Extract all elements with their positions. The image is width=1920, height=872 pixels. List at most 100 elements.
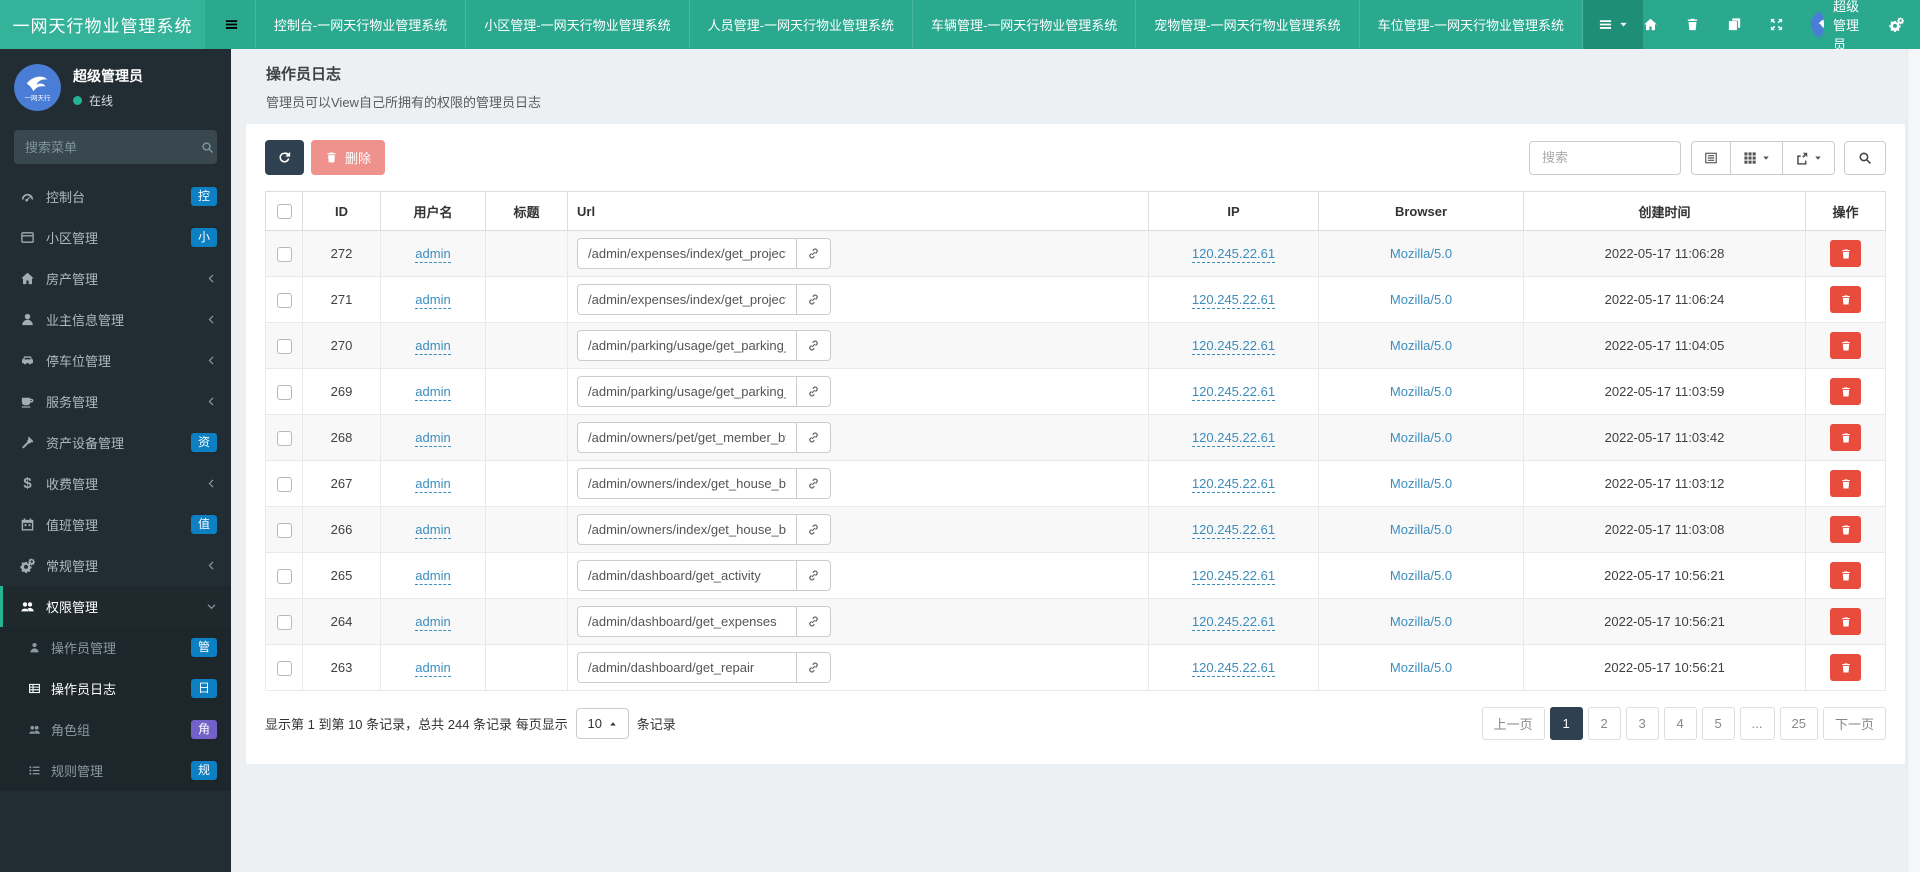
username-link[interactable]: admin [415,338,451,355]
row-checkbox[interactable] [276,292,292,308]
row-checkbox[interactable] [276,338,292,354]
username-link[interactable]: admin [415,292,451,309]
username-link[interactable]: admin [415,246,451,263]
ip-link[interactable]: 120.245.22.61 [1191,384,1276,401]
row-delete-button[interactable] [1830,562,1861,589]
row-delete-button[interactable] [1830,608,1861,635]
topbar-tab-2[interactable]: 人员管理-一网天行物业管理系统 [690,0,913,49]
row-checkbox[interactable] [276,246,292,262]
sidebar-subitem-0[interactable]: 操作员管理 管 [0,627,231,668]
topbar-tab-5[interactable]: 车位管理-一网天行物业管理系统 [1360,0,1583,49]
browser-link[interactable]: Mozilla/5.0 [1390,568,1452,583]
url-input[interactable] [577,422,796,453]
sidebar-item-5[interactable]: 服务管理 [0,381,231,422]
topbar-tab-1[interactable]: 小区管理-一网天行物业管理系统 [466,0,690,49]
url-input[interactable] [577,284,796,315]
sidebar-avatar[interactable]: 一网天行 [14,64,61,111]
column-header-5[interactable]: Browser [1318,191,1524,231]
page-ellipsis[interactable]: ... [1739,707,1775,740]
url-input[interactable] [577,514,796,545]
open-url-button[interactable] [796,606,831,637]
page-button-5[interactable]: 5 [1701,707,1735,740]
ip-link[interactable]: 120.245.22.61 [1191,476,1276,493]
column-header-6[interactable]: 创建时间 [1523,191,1806,231]
ip-link[interactable]: 120.245.22.61 [1191,522,1276,539]
toggle-view-button[interactable] [1691,140,1731,175]
page-button-2[interactable]: 2 [1587,707,1621,740]
browser-link[interactable]: Mozilla/5.0 [1390,292,1452,307]
row-delete-button[interactable] [1830,240,1861,267]
columns-button[interactable] [1731,140,1783,175]
row-checkbox[interactable] [276,568,292,584]
row-checkbox[interactable] [276,522,292,538]
sidebar-toggle-icon[interactable] [205,0,255,49]
topbar-tab-0[interactable]: 控制台-一网天行物业管理系统 [254,0,467,49]
sidebar-item-4[interactable]: 停车位管理 [0,340,231,381]
row-delete-button[interactable] [1830,286,1861,313]
ip-link[interactable]: 120.245.22.61 [1191,568,1276,585]
column-header-7[interactable]: 操作 [1805,191,1886,231]
sidebar-item-1[interactable]: 小区管理 小 [0,217,231,258]
sidebar-item-10[interactable]: 权限管理 [0,586,231,627]
scrollbar-rail[interactable] [1907,49,1920,872]
topbar-tab-3[interactable]: 车辆管理-一网天行物业管理系统 [913,0,1137,49]
username-link[interactable]: admin [415,430,451,447]
ip-link[interactable]: 120.245.22.61 [1191,430,1276,447]
open-url-button[interactable] [796,422,831,453]
ip-link[interactable]: 120.245.22.61 [1191,246,1276,263]
url-input[interactable] [577,606,796,637]
avatar[interactable] [1810,10,1824,39]
url-input[interactable] [577,468,796,499]
fullscreen-icon[interactable] [1769,17,1784,32]
sidebar-item-8[interactable]: 值班管理 值 [0,504,231,545]
app-logo[interactable]: 一网天行物业管理系统 [0,0,205,49]
open-url-button[interactable] [796,238,831,269]
delete-button[interactable]: 删除 [311,140,386,175]
url-input[interactable] [577,330,796,361]
sidebar-item-6[interactable]: 资产设备管理 资 [0,422,231,463]
open-url-button[interactable] [796,560,831,591]
ip-link[interactable]: 120.245.22.61 [1191,614,1276,631]
row-delete-button[interactable] [1830,332,1861,359]
search-toggle-button[interactable] [1844,140,1886,175]
browser-link[interactable]: Mozilla/5.0 [1390,430,1452,445]
sidebar-subitem-2[interactable]: 角色组 角 [0,709,231,750]
column-header-2[interactable]: 标题 [485,191,568,231]
topbar-tab-4[interactable]: 宠物管理-一网天行物业管理系统 [1136,0,1360,49]
navbar-username[interactable]: 超级管理员 [1833,0,1862,53]
browser-link[interactable]: Mozilla/5.0 [1390,522,1452,537]
page-button-4[interactable]: 4 [1663,707,1697,740]
column-header-0[interactable]: ID [302,191,381,231]
sidebar-item-0[interactable]: 控制台 控 [0,176,231,217]
clear-cache-icon[interactable] [1685,17,1700,32]
page-button-25[interactable]: 25 [1779,707,1818,740]
ip-link[interactable]: 120.245.22.61 [1191,660,1276,677]
settings-cogs-icon[interactable] [1889,17,1904,32]
page-size-select[interactable]: 10 [575,708,629,739]
column-header-4[interactable]: IP [1148,191,1319,231]
ip-link[interactable]: 120.245.22.61 [1191,338,1276,355]
username-link[interactable]: admin [415,384,451,401]
sidebar-subitem-3[interactable]: 规则管理 规 [0,750,231,791]
table-search-input[interactable] [1529,140,1681,175]
url-input[interactable] [577,238,796,269]
row-checkbox[interactable] [276,430,292,446]
ip-link[interactable]: 120.245.22.61 [1191,292,1276,309]
sidebar-item-3[interactable]: 业主信息管理 [0,299,231,340]
row-checkbox[interactable] [276,614,292,630]
row-delete-button[interactable] [1830,470,1861,497]
row-checkbox[interactable] [276,476,292,492]
browser-link[interactable]: Mozilla/5.0 [1390,384,1452,399]
open-url-button[interactable] [796,330,831,361]
page-button-3[interactable]: 3 [1625,707,1659,740]
sidebar-item-7[interactable]: $ 收费管理 [0,463,231,504]
username-link[interactable]: admin [415,476,451,493]
row-delete-button[interactable] [1830,654,1861,681]
column-header-1[interactable]: 用户名 [380,191,486,231]
browser-link[interactable]: Mozilla/5.0 [1390,338,1452,353]
row-delete-button[interactable] [1830,516,1861,543]
open-url-button[interactable] [796,468,831,499]
tabs-dropdown-button[interactable] [1582,0,1643,49]
row-checkbox[interactable] [276,384,292,400]
username-link[interactable]: admin [415,614,451,631]
